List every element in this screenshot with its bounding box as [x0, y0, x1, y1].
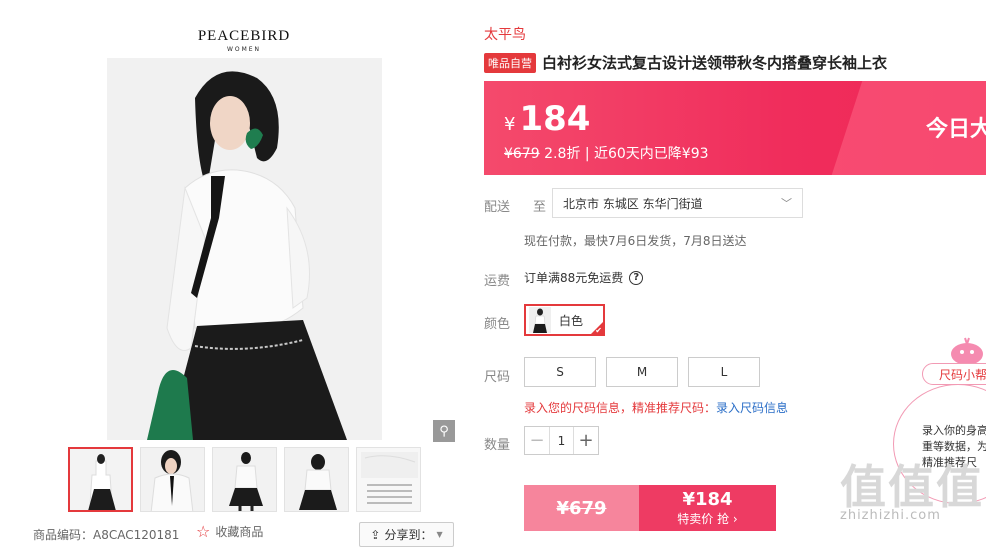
quantity-input[interactable]: 1: [549, 427, 574, 454]
thumbnail[interactable]: [68, 447, 133, 512]
sku-info: 商品编码：A8CAC120181: [33, 526, 179, 543]
original-price-button[interactable]: ¥679: [524, 485, 639, 531]
delivery-to-label: 至: [533, 200, 547, 215]
chevron-down-icon: ﹀: [781, 197, 792, 210]
color-label: 颜色: [484, 317, 511, 332]
title-row: 唯品自营 白衬衫女法式复古设计送领带秋冬内搭叠穿长袖上衣: [484, 52, 887, 73]
self-operated-badge: 唯品自营: [484, 52, 536, 73]
watermark: 值值值 zhizhizhi.com: [840, 462, 986, 523]
assistant-line: 录入你的身高: [922, 424, 986, 437]
sku-label: 商品编码：: [33, 528, 94, 542]
quantity-decrease-button[interactable]: −: [525, 427, 549, 454]
today-promo-label: 今日大: [925, 117, 986, 142]
shipping-info: 订单满88元免运费 ?: [524, 269, 644, 286]
thumbnail-strip: [68, 447, 421, 512]
quantity-increase-button[interactable]: +: [574, 427, 598, 454]
color-swatch-image: [529, 307, 551, 333]
thumbnail[interactable]: [212, 447, 277, 512]
address-value: 北京市 东城区 东华门街道: [563, 196, 703, 211]
buy-action-label: 特卖价 抢 ›: [677, 512, 738, 526]
size-option-m[interactable]: M: [606, 357, 678, 387]
brand-logo-sub: WOMEN: [226, 46, 262, 53]
main-product-photo[interactable]: [107, 58, 382, 440]
price-value: 184: [519, 99, 591, 139]
size-assistant-button[interactable]: 尺码小帮: [922, 363, 986, 385]
currency-symbol: ¥: [504, 114, 516, 135]
buy-original-price: ¥679: [556, 497, 607, 519]
zoom-icon[interactable]: ⚲: [433, 420, 455, 442]
price-details: ¥679 2.8折 | 近60天内已降¥93: [504, 143, 709, 163]
price-banner: ¥ 184 ¥679 2.8折 | 近60天内已降¥93 今日大: [484, 81, 986, 175]
color-option-white[interactable]: 白色 ✔: [524, 304, 605, 336]
thumbnail[interactable]: [356, 447, 421, 512]
brand-logo: PEACEBIRD WOMEN: [196, 28, 292, 53]
shop-name-link[interactable]: 太平鸟: [484, 24, 526, 44]
checkmark-icon: ✔: [595, 326, 602, 335]
quantity-stepper: − 1 +: [524, 426, 599, 455]
current-price: ¥ 184: [504, 99, 590, 139]
size-recommend-tip: 录入您的尺码信息，精准推荐尺码：录入尺码信息: [524, 399, 788, 416]
favorite-button[interactable]: ☆ 收藏商品: [196, 523, 263, 540]
brand-logo-name: PEACEBIRD: [197, 28, 291, 44]
original-price: ¥679: [504, 146, 540, 162]
buy-price: ¥184: [682, 489, 733, 510]
size-tip-link[interactable]: 录入尺码信息: [716, 401, 788, 415]
shipping-label: 运费: [484, 274, 511, 289]
sku-value: A8CAC120181: [93, 528, 180, 542]
color-option-label: 白色: [559, 313, 584, 328]
quantity-label: 数量: [484, 438, 511, 453]
share-icon: ⇪: [370, 527, 381, 542]
price-history: | 近60天内已降¥93: [584, 146, 709, 162]
delivery-estimate: 现在付款，最快7月6日发货，7月8日送达: [524, 234, 747, 248]
size-option-s[interactable]: S: [524, 357, 596, 387]
share-label: 分享到：: [384, 528, 433, 542]
size-label: 尺码: [484, 370, 511, 385]
address-selector[interactable]: 北京市 东城区 东华门街道 ﹀: [552, 188, 803, 218]
thumbnail[interactable]: [140, 447, 205, 512]
caret-down-icon: ▼: [436, 530, 443, 539]
buy-now-button[interactable]: ¥184 特卖价 抢 ›: [639, 485, 776, 531]
favorite-label: 收藏商品: [215, 525, 264, 539]
share-button[interactable]: ⇪ 分享到： ▼: [359, 522, 454, 547]
discount-rate: 2.8折: [544, 146, 581, 162]
delivery-label: 配送: [484, 200, 511, 215]
shipping-text: 订单满88元免运费: [524, 271, 624, 285]
star-icon: ☆: [196, 521, 211, 541]
product-title: 白衬衫女法式复古设计送领带秋冬内搭叠穿长袖上衣: [542, 54, 888, 72]
watermark-logo: 值值值: [840, 460, 984, 514]
mascot-icon[interactable]: [945, 334, 985, 366]
size-option-l[interactable]: L: [688, 357, 760, 387]
thumbnail[interactable]: [284, 447, 349, 512]
assistant-line: 重等数据，为: [922, 440, 986, 453]
size-tip-text: 录入您的尺码信息，精准推荐尺码：: [524, 401, 717, 415]
help-icon[interactable]: ?: [629, 270, 644, 285]
